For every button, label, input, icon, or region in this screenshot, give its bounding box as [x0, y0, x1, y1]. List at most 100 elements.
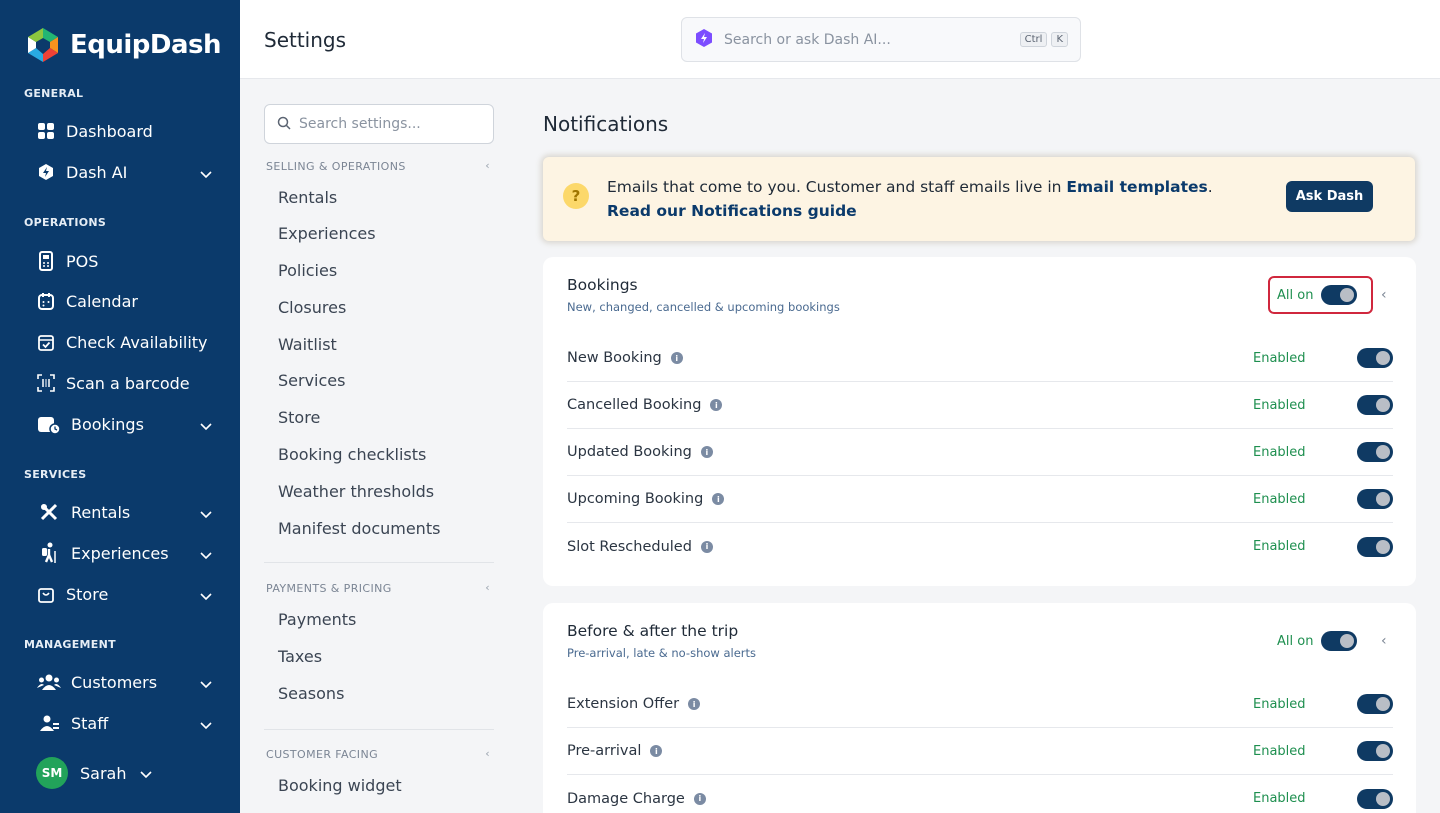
- settings-item-experiences[interactable]: Experiences: [278, 224, 376, 243]
- settings-group-header[interactable]: CUSTOMER FACING ‹: [266, 747, 494, 761]
- card-title: Bookings: [567, 276, 638, 294]
- chevron-left-icon[interactable]: ‹: [485, 747, 490, 760]
- settings-item-booking-checklists[interactable]: Booking checklists: [278, 445, 426, 464]
- settings-search-placeholder: Search settings...: [299, 116, 421, 132]
- settings-group-header[interactable]: SELLING & OPERATIONS ‹: [266, 159, 494, 173]
- chevron-down-icon[interactable]: [200, 165, 212, 184]
- settings-item-policies[interactable]: Policies: [278, 261, 337, 280]
- info-icon[interactable]: i: [700, 446, 713, 458]
- dash-ai-icon: [36, 162, 56, 182]
- status-text: Enabled: [1253, 397, 1306, 413]
- sidebar-item-label: Check Availability: [66, 332, 208, 352]
- settings-search-input[interactable]: Search settings...: [264, 104, 494, 144]
- settings-item-payments[interactable]: Payments: [278, 610, 356, 629]
- ask-dash-button[interactable]: Ask Dash: [1286, 181, 1373, 212]
- info-icon[interactable]: i: [693, 792, 706, 805]
- sidebar-item-rentals[interactable]: Rentals: [36, 497, 216, 527]
- settings-item-waitlist[interactable]: Waitlist: [278, 335, 337, 354]
- global-search[interactable]: Search or ask Dash AI... Ctrl K: [681, 17, 1081, 62]
- sidebar-item-calendar[interactable]: Calendar: [36, 286, 216, 316]
- email-templates-link[interactable]: Email templates: [1066, 178, 1207, 196]
- sidebar-item-customers[interactable]: Customers: [36, 667, 216, 697]
- sidebar-item-store[interactable]: Store: [36, 579, 216, 609]
- banner-text: Emails that come to you. Customer and st…: [607, 175, 1213, 223]
- toggle-switch[interactable]: [1321, 631, 1358, 651]
- info-icon[interactable]: i: [700, 540, 713, 553]
- toggle-switch[interactable]: [1357, 694, 1393, 714]
- settings-group-label: SELLING & OPERATIONS: [266, 160, 406, 173]
- status-text: Enabled: [1253, 350, 1306, 366]
- info-icon[interactable]: i: [670, 352, 683, 364]
- toggle-switch[interactable]: [1357, 489, 1393, 509]
- chevron-down-icon[interactable]: [200, 716, 212, 735]
- settings-item-services[interactable]: Services: [278, 371, 345, 390]
- notification-row: Pre-arrival i Enabled: [567, 728, 1393, 775]
- section-services: SERVICES: [24, 468, 87, 481]
- user-menu[interactable]: SM Sarah: [36, 757, 153, 789]
- sidebar-item-pos[interactable]: POS: [36, 246, 216, 276]
- settings-item-rentals[interactable]: Rentals: [278, 188, 337, 207]
- sidebar-item-dash-ai[interactable]: Dash AI: [36, 157, 216, 187]
- info-icon[interactable]: i: [710, 399, 723, 411]
- card-subtitle: Pre-arrival, late & no-show alerts: [567, 646, 757, 660]
- sidebar-item-check-availability[interactable]: Check Availability: [36, 327, 216, 357]
- notification-row: New Booking i Enabled: [567, 335, 1393, 382]
- chevron-down-icon[interactable]: [140, 765, 153, 784]
- chevron-down-icon[interactable]: [200, 417, 212, 436]
- chevron-left-icon[interactable]: ‹: [485, 581, 490, 594]
- sidebar-item-bookings[interactable]: Bookings: [36, 409, 216, 439]
- toggle-switch[interactable]: [1321, 285, 1358, 305]
- main-content: Notifications ? Emails that come to you.…: [518, 80, 1440, 813]
- row-label: New Booking: [567, 350, 662, 366]
- chevron-down-icon[interactable]: [200, 546, 212, 565]
- toggle-switch[interactable]: [1357, 536, 1393, 557]
- sidebar-item-label: Scan a barcode: [66, 373, 190, 393]
- chevron-left-icon[interactable]: ‹: [1381, 633, 1387, 649]
- sidebar-item-staff[interactable]: Staff: [36, 708, 216, 738]
- chevron-left-icon[interactable]: ‹: [1381, 287, 1387, 303]
- sidebar-item-label: Dashboard: [66, 121, 153, 141]
- calendar-icon: [36, 291, 56, 311]
- toggle-switch[interactable]: [1357, 788, 1393, 809]
- toggle-switch[interactable]: [1357, 741, 1393, 761]
- equipdash-logo-icon: [28, 28, 58, 62]
- info-icon[interactable]: i: [688, 698, 701, 710]
- sidebar-item-experiences[interactable]: Experiences: [36, 538, 216, 568]
- settings-item-store[interactable]: Store: [278, 408, 320, 427]
- chevron-down-icon[interactable]: [200, 675, 212, 694]
- all-on-toggle[interactable]: All on: [1268, 622, 1373, 660]
- row-label: Upcoming Booking: [567, 491, 704, 507]
- brand-logo[interactable]: EquipDash: [24, 26, 222, 64]
- all-on-toggle[interactable]: All on: [1268, 276, 1373, 314]
- sidebar-item-dashboard[interactable]: Dashboard: [36, 116, 216, 146]
- settings-item-weather-thresholds[interactable]: Weather thresholds: [278, 482, 434, 501]
- notifications-guide-link[interactable]: Read our Notifications guide: [607, 202, 857, 220]
- toggle-switch[interactable]: [1357, 348, 1393, 368]
- settings-item-manifest-documents[interactable]: Manifest documents: [278, 519, 440, 538]
- info-icon[interactable]: i: [650, 745, 663, 757]
- settings-group-label: PAYMENTS & PRICING: [266, 582, 392, 595]
- banner-message: Emails that come to you. Customer and st…: [607, 178, 1067, 196]
- sidebar: EquipDash GENERAL Dashboard Dash AI OPER…: [0, 0, 240, 813]
- row-label: Extension Offer: [567, 696, 680, 712]
- toggle-switch[interactable]: [1357, 442, 1393, 462]
- settings-group-label: CUSTOMER FACING: [266, 748, 378, 761]
- info-icon[interactable]: i: [712, 493, 725, 505]
- dashboard-icon: [36, 121, 56, 141]
- rentals-icon: [36, 502, 61, 522]
- settings-item-closures[interactable]: Closures: [278, 298, 346, 317]
- settings-item-booking-widget[interactable]: Booking widget: [278, 776, 402, 795]
- chevron-down-icon[interactable]: [200, 505, 212, 524]
- global-search-placeholder: Search or ask Dash AI...: [724, 31, 891, 48]
- settings-group-header[interactable]: PAYMENTS & PRICING ‹: [266, 581, 494, 595]
- row-label: Damage Charge: [567, 790, 685, 807]
- notification-row: Upcoming Booking i Enabled: [567, 476, 1393, 523]
- chevron-left-icon[interactable]: ‹: [485, 159, 490, 172]
- chevron-down-icon[interactable]: [200, 587, 212, 606]
- sidebar-item-scan-barcode[interactable]: Scan a barcode: [36, 368, 216, 398]
- settings-item-seasons[interactable]: Seasons: [278, 684, 344, 703]
- settings-item-taxes[interactable]: Taxes: [278, 647, 322, 666]
- toggle-switch[interactable]: [1357, 395, 1393, 415]
- bookings-icon: [36, 414, 61, 434]
- search-icon: [277, 115, 291, 134]
